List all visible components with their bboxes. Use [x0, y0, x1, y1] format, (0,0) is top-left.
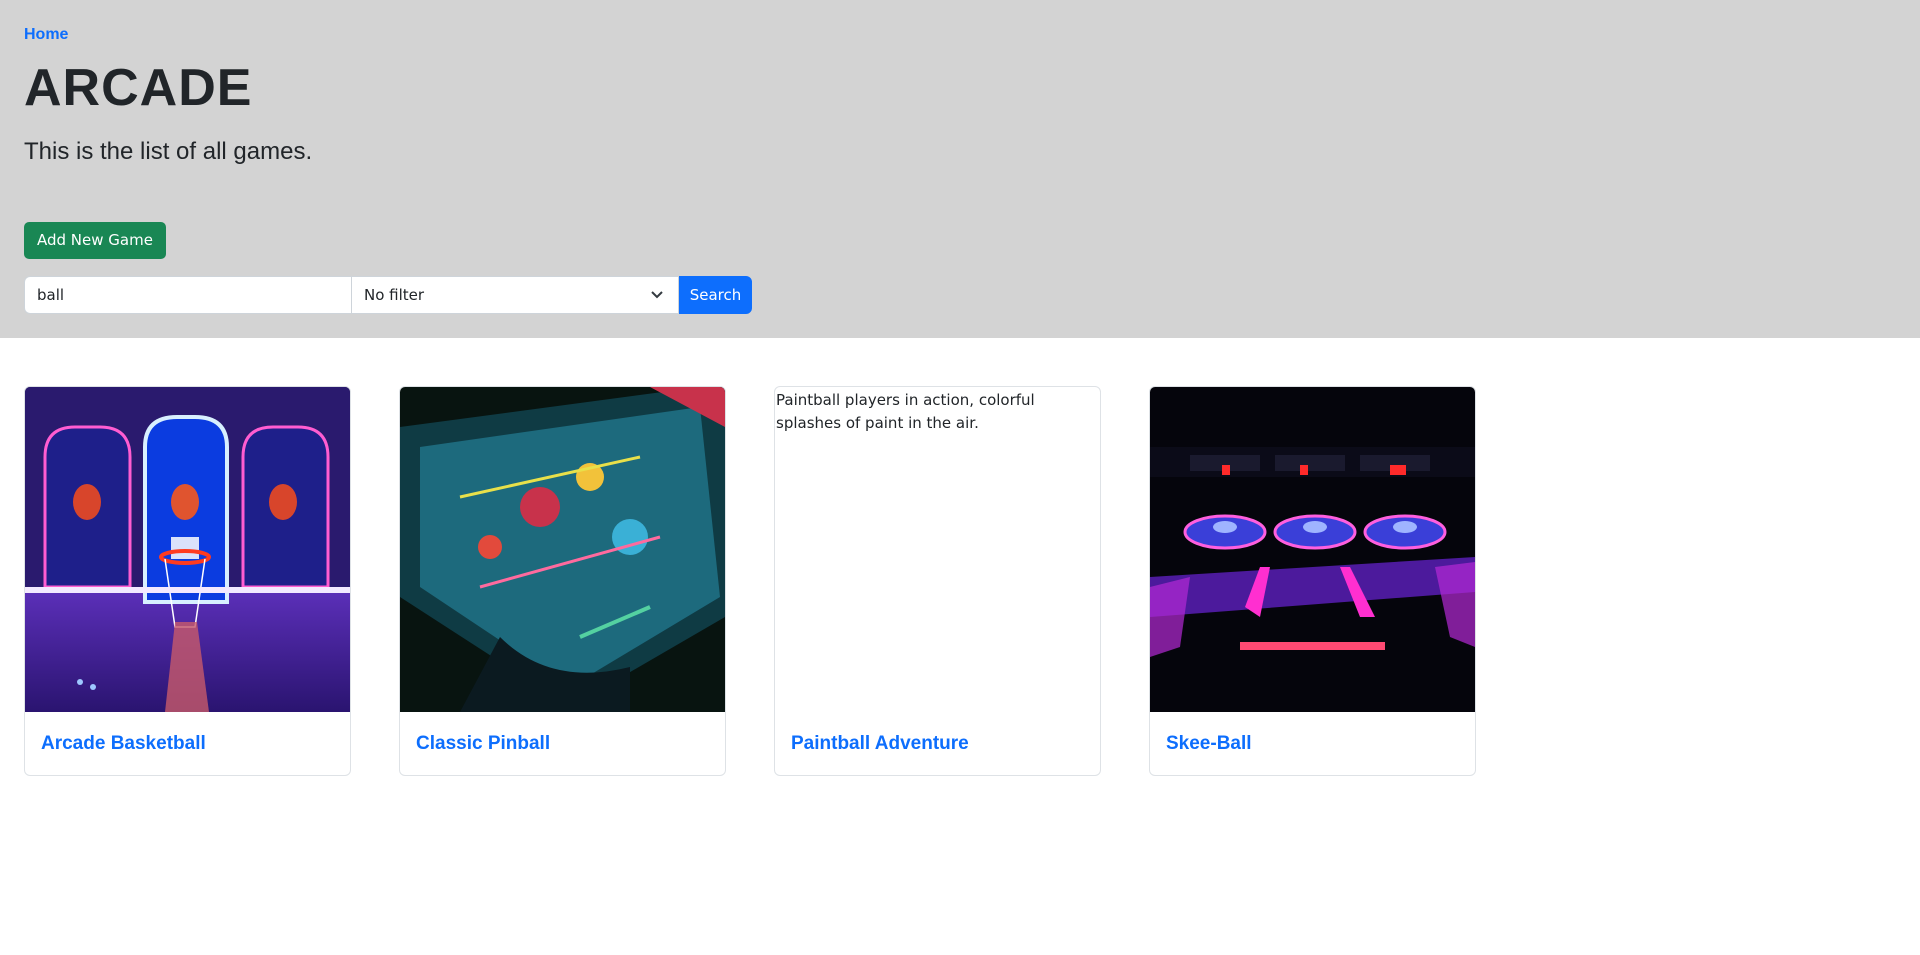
game-card-title[interactable]: Paintball Adventure — [791, 733, 969, 755]
filter-select[interactable]: No filter — [352, 276, 679, 314]
page-header: Home ARCADE This is the list of all game… — [0, 0, 1920, 338]
search-form: No filter Search — [24, 276, 752, 314]
search-button[interactable]: Search — [679, 276, 752, 314]
game-card: Skee-Ball — [1149, 386, 1476, 776]
game-card: Classic Pinball — [399, 386, 726, 776]
add-new-game-button[interactable]: Add New Game — [24, 222, 166, 259]
game-card-title[interactable]: Skee-Ball — [1166, 733, 1252, 755]
page-subtitle: This is the list of all games. — [24, 138, 313, 165]
search-input[interactable] — [24, 276, 352, 314]
arcade-basketball-image[interactable] — [25, 387, 350, 712]
breadcrumb-home-link[interactable]: Home — [24, 26, 68, 43]
skee-ball-image[interactable] — [1150, 387, 1475, 712]
game-card: Arcade Basketball — [24, 386, 351, 776]
game-card: Paintball players in action, colorful sp… — [774, 386, 1101, 776]
classic-pinball-image[interactable] — [400, 387, 725, 712]
game-card-body: Skee-Ball — [1150, 712, 1475, 775]
chevron-down-icon — [650, 286, 664, 304]
page-title: ARCADE — [24, 59, 253, 117]
paintball-adventure-image[interactable]: Paintball players in action, colorful sp… — [775, 387, 1100, 712]
filter-select-value: No filter — [364, 286, 425, 304]
breadcrumb: Home — [24, 26, 1896, 44]
game-card-title[interactable]: Classic Pinball — [416, 733, 550, 755]
game-card-title[interactable]: Arcade Basketball — [41, 733, 206, 755]
game-card-list: Arcade Basketball Classic Pinball Paintb… — [24, 386, 1476, 776]
game-card-body: Paintball Adventure — [775, 712, 1100, 775]
image-alt-text: Paintball players in action, colorful sp… — [776, 391, 1035, 432]
game-card-body: Arcade Basketball — [25, 712, 350, 775]
game-card-body: Classic Pinball — [400, 712, 725, 775]
